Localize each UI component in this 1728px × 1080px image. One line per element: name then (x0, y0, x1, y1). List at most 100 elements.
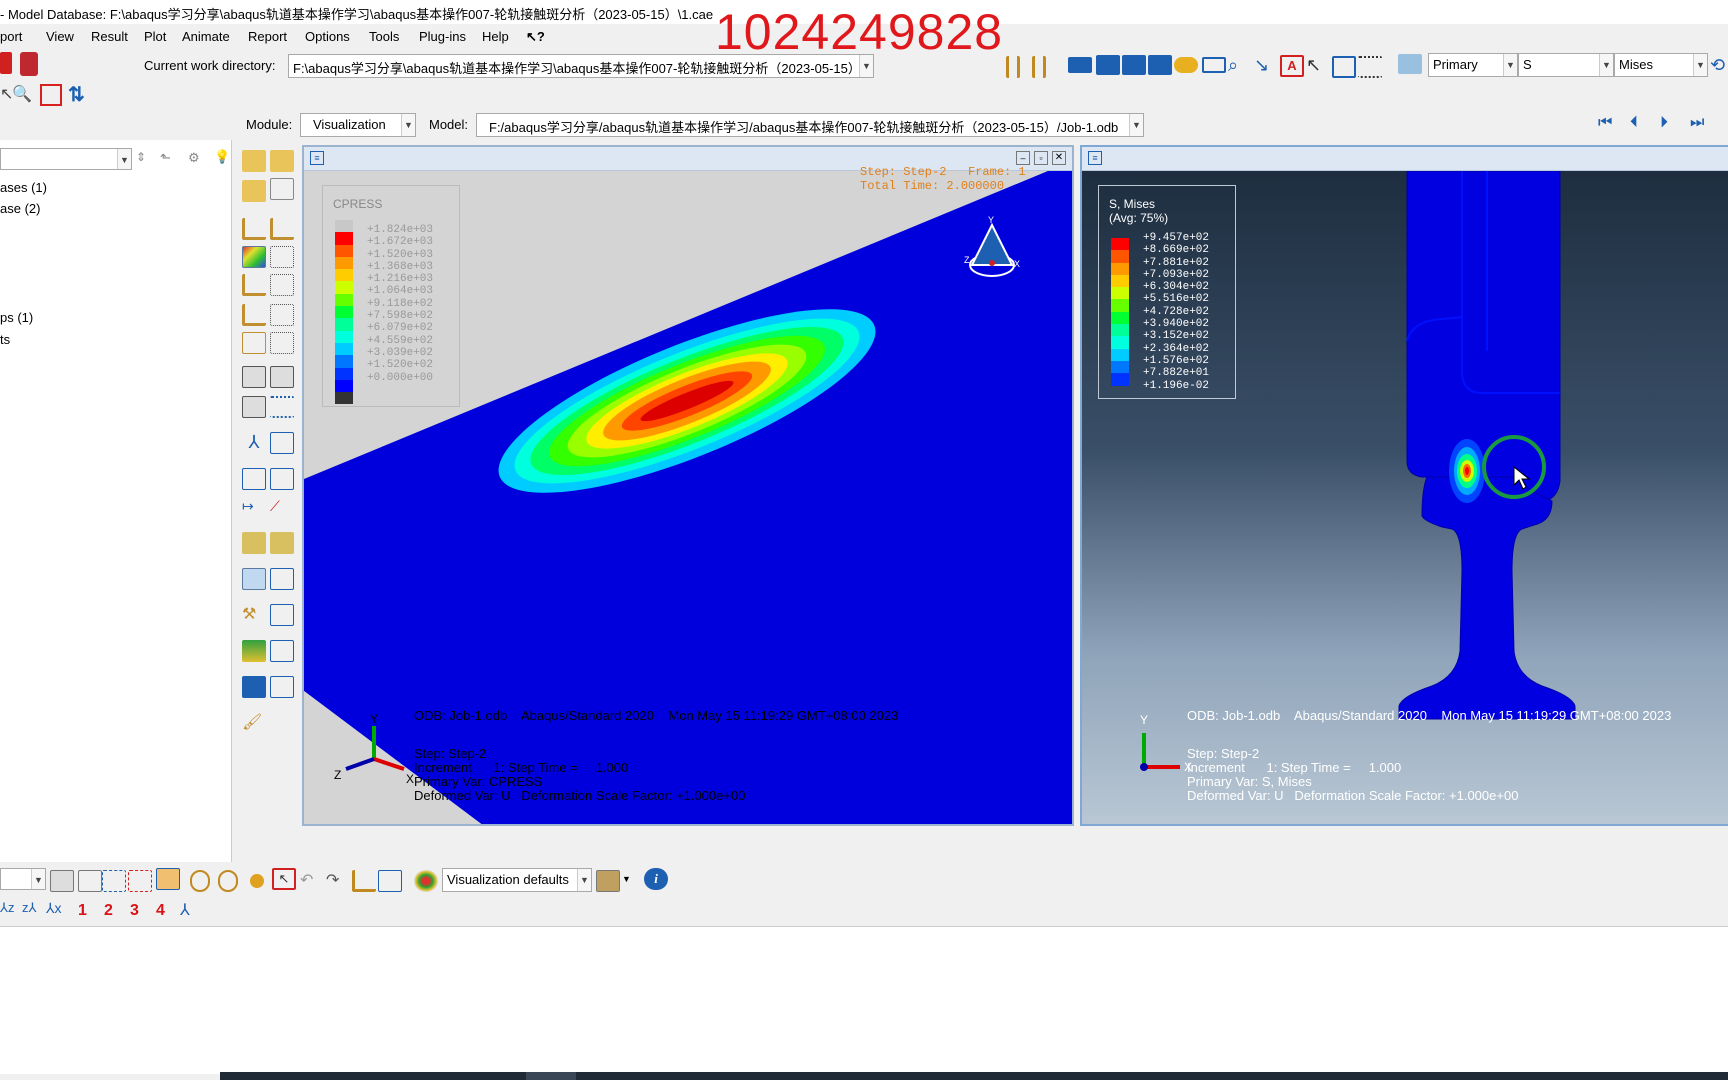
zoom-box-icon[interactable]: 🔍 (12, 84, 36, 106)
xy-data-icon[interactable] (242, 468, 266, 490)
close-icon[interactable]: ✕ (1052, 151, 1066, 165)
menu-view[interactable]: View (46, 29, 74, 44)
view-defaults-select[interactable]: Visualization defaults ▼ (442, 868, 592, 892)
viewport-menu-icon[interactable]: ≡ (1088, 151, 1102, 165)
allow-multiple-plot-icon[interactable] (242, 332, 266, 354)
view-tile-icon[interactable] (1148, 55, 1172, 75)
tree-item[interactable]: ts (0, 332, 10, 347)
previous-frame-icon[interactable]: ⏴ (1630, 114, 1638, 132)
chevron-down-icon[interactable]: ▼ (117, 149, 131, 169)
fit-view-icon[interactable] (40, 84, 62, 106)
box-select-icon[interactable] (78, 870, 102, 892)
module-select[interactable]: Visualization ▼ (300, 113, 416, 137)
stream-manager-icon[interactable] (270, 640, 294, 662)
chevron-down-icon[interactable]: ▼ (31, 869, 45, 889)
search-icon[interactable]: ⌕ (1228, 55, 1252, 77)
view-split-icon[interactable] (1096, 55, 1120, 75)
view-axis-yz-icon[interactable]: ⅄z (0, 900, 24, 922)
spectrum-icon[interactable] (242, 676, 266, 698)
chevron-down-icon[interactable]: ▼ (1129, 114, 1143, 136)
undeformed-shape-icon[interactable] (242, 150, 266, 172)
menu-plugins[interactable]: Plug-ins (419, 29, 466, 44)
tree-up-icon[interactable]: ⬑ (160, 150, 171, 166)
display-group-icon[interactable] (242, 568, 266, 590)
highlight-icon[interactable]: 💡 (214, 149, 230, 165)
line-arrow-icon[interactable]: ↘ (1254, 55, 1278, 77)
animate-harmonic-icon[interactable] (242, 396, 266, 418)
view-manipulation-icon[interactable] (596, 870, 620, 892)
render-style-icon[interactable] (1174, 57, 1198, 73)
free-body-manager-icon[interactable] (270, 604, 294, 626)
common-options-icon[interactable] (270, 332, 294, 354)
render-mode-icon[interactable] (156, 868, 180, 890)
next-frame-icon[interactable]: ⏵ (1660, 114, 1668, 132)
isometric-view-icon[interactable]: ⅄ (180, 900, 204, 922)
report-xy-icon[interactable] (270, 532, 294, 554)
chevron-down-icon[interactable]: ▼ (1503, 54, 1517, 76)
menu-tools[interactable]: Tools (369, 29, 399, 44)
menu-plot[interactable]: Plot (144, 29, 166, 44)
pick-tool-icon[interactable]: ↖ (272, 868, 296, 890)
view-number-2[interactable]: 2 (104, 902, 113, 920)
view-number-3[interactable]: 3 (130, 902, 139, 920)
menu-help[interactable]: Help (482, 29, 509, 44)
view-number-4[interactable]: 4 (156, 902, 165, 920)
report-field-icon[interactable] (242, 532, 266, 554)
symbol-plot-icon[interactable] (242, 274, 266, 296)
deformed-shape-icon[interactable] (270, 150, 294, 172)
boolean-intersect-icon[interactable] (218, 870, 238, 892)
sort-icon[interactable]: ⇕ (136, 150, 146, 164)
path-icon[interactable]: ↦ (242, 498, 266, 520)
chevron-down-icon[interactable]: ▼ (859, 55, 873, 77)
boolean-union-icon[interactable] (190, 870, 210, 892)
orientation-options-icon[interactable] (270, 304, 294, 326)
list-dots-icon[interactable] (1358, 56, 1382, 78)
crossing-select-icon[interactable] (128, 870, 152, 892)
contour-options-icon[interactable] (270, 246, 294, 268)
superimpose-icon[interactable] (242, 180, 266, 202)
ruler-icon[interactable] (1006, 56, 1020, 78)
animation-options-icon[interactable] (270, 396, 294, 418)
menu-report[interactable]: Report (248, 29, 287, 44)
menu-options[interactable]: Options (305, 29, 350, 44)
display-group-manager-icon[interactable] (270, 568, 294, 590)
contour-deformed-icon[interactable] (270, 218, 294, 240)
first-frame-icon[interactable]: ⏮ (1598, 114, 1612, 132)
taskbar-item[interactable] (526, 1072, 576, 1080)
text-annotation-icon[interactable]: A (1280, 55, 1304, 77)
boolean-fill-icon[interactable] (250, 874, 264, 888)
menu-import[interactable]: port (0, 29, 22, 44)
animate-scale-icon[interactable] (242, 366, 266, 388)
view-cut-manager-icon[interactable] (270, 432, 294, 454)
menu-animate[interactable]: Animate (182, 29, 230, 44)
xy-manager-icon[interactable] (270, 468, 294, 490)
symbol-options-icon[interactable] (270, 274, 294, 296)
chevron-down-icon[interactable]: ▼ (401, 114, 415, 136)
chevron-down-icon[interactable]: ▼ (622, 874, 631, 884)
tree-item[interactable]: ases (1) (0, 180, 47, 195)
selection-filter-select[interactable]: ▼ (0, 868, 46, 890)
spectrum-manager-icon[interactable] (270, 676, 294, 698)
invariant-select[interactable]: Mises ▼ (1614, 53, 1708, 77)
step-type-select[interactable]: Primary ▼ (1428, 53, 1518, 77)
restore-icon[interactable]: ▫ (1034, 151, 1048, 165)
stream-icon[interactable] (242, 640, 266, 662)
xy-plot-icon[interactable]: ⟋ (270, 498, 294, 520)
display-group-tool-icon[interactable] (352, 870, 376, 892)
viewport-cpress[interactable]: ≡ – ▫ ✕ Y X Z Y Z X CPRESS +1.824e+03 +1… (302, 145, 1074, 826)
redo-icon[interactable]: ↷ (326, 870, 350, 892)
list-icon[interactable] (1332, 56, 1356, 78)
material-orientation-icon[interactable] (242, 304, 266, 326)
info-icon[interactable]: i (644, 868, 668, 890)
view-cut-icon[interactable]: ⅄ (242, 432, 266, 454)
free-body-icon[interactable]: ⚒ (242, 604, 266, 626)
viewport-mises[interactable]: ≡ Y X S, Mises (Avg: 75%) +9.457e+02 +8.… (1080, 145, 1728, 826)
undo-icon[interactable]: ↶ (300, 870, 324, 892)
options-icon[interactable] (270, 178, 294, 200)
minimize-icon[interactable]: – (1016, 151, 1030, 165)
drag-select-icon[interactable] (102, 870, 126, 892)
color-code-icon[interactable]: 🖌 (242, 712, 266, 734)
color-palette-icon[interactable] (414, 870, 438, 892)
viewport-menu-icon[interactable]: ≡ (310, 151, 324, 165)
ruler-2-icon[interactable] (1032, 56, 1046, 78)
